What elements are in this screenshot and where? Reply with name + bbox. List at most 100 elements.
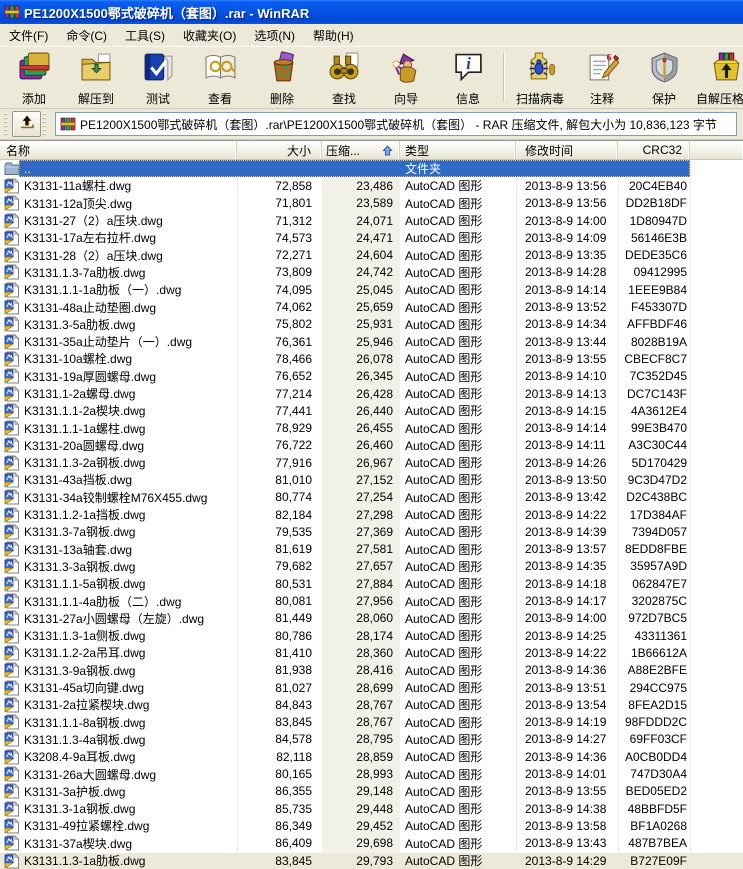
file-row[interactable]: K3131.1.1-5a钢板.dwg 80,531 27,884 AutoCAD… [0, 575, 743, 592]
file-row[interactable]: K3131.1.1-2a楔块.dwg 77,441 26,440 AutoCAD… [0, 402, 743, 419]
address-field-gripper[interactable] [43, 113, 49, 135]
file-row[interactable]: K3131-20a圆螺母.dwg 76,722 26,460 AutoCAD 图… [0, 437, 743, 454]
file-name: K3131-37a楔块.dwg [24, 836, 133, 851]
file-row[interactable]: K3131-2a拉紧楔块.dwg 84,843 28,767 AutoCAD 图… [0, 696, 743, 713]
file-crc32: 9C3D47D2 [627, 472, 687, 487]
header-packed[interactable]: 压缩... [322, 141, 400, 159]
sfx-button[interactable]: 自解压格式 [695, 49, 743, 110]
file-row[interactable]: K3131-37a楔块.dwg 86,409 29,698 AutoCAD 图形… [0, 835, 743, 852]
file-type: AutoCAD 图形 [405, 836, 483, 851]
file-type: AutoCAD 图形 [405, 698, 483, 713]
menu-tools[interactable]: 工具(S) [116, 25, 174, 46]
add-button[interactable]: 添加 [3, 49, 65, 110]
file-crc32: 747D30A4 [630, 767, 687, 782]
file-row[interactable]: K3131.1.1-8a钢板.dwg 83,845 28,767 AutoCAD… [0, 714, 743, 731]
file-row[interactable]: K3131-10a螺栓.dwg 78,466 26,078 AutoCAD 图形… [0, 350, 743, 367]
file-row[interactable]: K3131.1.3-1a侧板.dwg 80,786 28,174 AutoCAD… [0, 627, 743, 644]
file-modified-time: 2013-8-9 14:22 [525, 645, 607, 660]
file-row[interactable]: K3131-28（2）a压块.dwg 72,271 24,604 AutoCAD… [0, 246, 743, 263]
up-one-level-button[interactable] [12, 111, 41, 137]
header-size[interactable]: 大小 [237, 141, 322, 159]
file-row[interactable]: K3131.1.1-1a肋板（一）.dwg 74,095 25,045 Auto… [0, 281, 743, 298]
test-button[interactable]: 测试 [127, 49, 189, 110]
file-row[interactable]: K3131-35a止动垫片（一）.dwg 76,361 25,946 AutoC… [0, 333, 743, 350]
file-row[interactable]: K3131.1.1-4a肋板（二）.dwg 80,081 27,956 Auto… [0, 592, 743, 609]
file-row[interactable]: K3131-3a护板.dwg 86,355 29,148 AutoCAD 图形 … [0, 783, 743, 800]
file-modified-time: 2013-8-9 14:36 [525, 749, 607, 764]
file-row[interactable]: K3131.3-5a肋板.dwg 75,802 25,931 AutoCAD 图… [0, 316, 743, 333]
file-row[interactable]: K3131-43a挡板.dwg 81,010 27,152 AutoCAD 图形… [0, 471, 743, 488]
dwg-file-icon [4, 437, 20, 454]
file-crc32: D2C438BC [626, 490, 687, 505]
parent-folder-row[interactable]: .. 文件夹 [0, 160, 743, 178]
file-packed-size: 26,345 [356, 369, 393, 384]
address-gripper[interactable] [4, 113, 10, 135]
file-packed-size: 28,767 [356, 697, 393, 712]
file-row[interactable]: K3131.3-7a钢板.dwg 79,535 27,369 AutoCAD 图… [0, 523, 743, 540]
header-crc32[interactable]: CRC32 [618, 141, 690, 159]
file-row[interactable]: K3131-48a止动垫圈.dwg 74,062 25,659 AutoCAD … [0, 298, 743, 315]
file-row[interactable]: K3131.1.3-1a肋板.dwg 83,845 29,793 AutoCAD… [0, 852, 743, 869]
file-type: AutoCAD 图形 [405, 438, 483, 453]
file-packed-size: 25,659 [356, 300, 393, 315]
file-row[interactable]: K3131.3-1a钢板.dwg 85,735 29,448 AutoCAD 图… [0, 800, 743, 817]
menu-commands[interactable]: 命令(C) [57, 25, 116, 46]
file-size: 76,652 [275, 369, 312, 384]
file-row[interactable]: K3131-45a切向键.dwg 81,027 28,699 AutoCAD 图… [0, 679, 743, 696]
file-row[interactable]: K3131-12a顶尖.dwg 71,801 23,589 AutoCAD 图形… [0, 195, 743, 212]
file-row[interactable]: K3131.3-3a钢板.dwg 79,682 27,657 AutoCAD 图… [0, 558, 743, 575]
archive-path-field[interactable]: PE1200X1500鄂式破碎机（套图）.rar\PE1200X1500鄂式破碎… [55, 112, 737, 136]
file-row[interactable]: K3131.3-9a钢板.dwg 81,938 28,416 AutoCAD 图… [0, 662, 743, 679]
find-button[interactable]: 查找 [313, 49, 375, 110]
menu-options[interactable]: 选项(N) [245, 25, 304, 46]
menu-file[interactable]: 文件(F) [0, 25, 57, 46]
comment-button[interactable]: 6 注释 [571, 49, 633, 110]
virus-scan-button[interactable]: 扫描病毒 [509, 49, 571, 110]
file-type: AutoCAD 图形 [405, 473, 483, 488]
file-size: 81,619 [275, 542, 312, 557]
menu-help[interactable]: 帮助(H) [304, 25, 363, 46]
extract-to-button[interactable]: 解压到 [65, 49, 127, 110]
file-row[interactable]: K3131.1.2-1a挡板.dwg 82,184 27,298 AutoCAD… [0, 506, 743, 523]
file-row[interactable]: K3131-27a小圆螺母（左旋）.dwg 81,449 28,060 Auto… [0, 610, 743, 627]
file-row[interactable]: K3131.1.2-2a吊耳.dwg 81,410 28,360 AutoCAD… [0, 644, 743, 661]
file-row[interactable]: K3131.1.3-7a肋板.dwg 73,809 24,742 AutoCAD… [0, 264, 743, 281]
protect-button[interactable]: 保护 [633, 49, 695, 110]
wizard-button[interactable]: 向导 [375, 49, 437, 110]
file-row[interactable]: K3131.1.3-2a钢板.dwg 77,916 26,967 AutoCAD… [0, 454, 743, 471]
file-name: K3131.1.3-2a钢板.dwg [24, 456, 146, 471]
file-row[interactable]: K3131.1.1-1a螺柱.dwg 78,929 26,455 AutoCAD… [0, 419, 743, 436]
file-type: AutoCAD 图形 [405, 819, 483, 834]
file-row[interactable]: K3131.1-2a螺母.dwg 77,214 26,428 AutoCAD 图… [0, 385, 743, 402]
file-row[interactable]: K3208.4-9a耳板.dwg 82,118 28,859 AutoCAD 图… [0, 748, 743, 765]
file-name: K3131-10a螺栓.dwg [24, 352, 133, 367]
file-row[interactable]: K3131-13a轴套.dwg 81,619 27,581 AutoCAD 图形… [0, 541, 743, 558]
file-row[interactable]: K3131-49拉紧螺栓.dwg 86,349 29,452 AutoCAD 图… [0, 817, 743, 834]
file-row[interactable]: K3131-19a厚圆螺母.dwg 76,652 26,345 AutoCAD … [0, 368, 743, 385]
delete-button[interactable]: 删除 [251, 49, 313, 110]
file-row[interactable]: K3131-26a大圆螺母.dwg 80,165 28,993 AutoCAD … [0, 765, 743, 782]
file-packed-size: 28,795 [356, 732, 393, 747]
file-row[interactable]: K3131-34a铰制螺栓M76X455.dwg 80,774 27,254 A… [0, 489, 743, 506]
file-type: AutoCAD 图形 [405, 542, 483, 557]
file-row[interactable]: K3131-11a螺柱.dwg 72,858 23,486 AutoCAD 图形… [0, 177, 743, 194]
menu-bar: 文件(F) 命令(C) 工具(S) 收藏夹(O) 选项(N) 帮助(H) [0, 24, 743, 47]
file-crc32: DC7C143F [626, 386, 687, 401]
header-name[interactable]: 名称 [0, 141, 237, 159]
file-crc32: DEDE35C6 [624, 248, 687, 263]
file-row[interactable]: K3131-27（2）a压块.dwg 71,312 24,071 AutoCAD… [0, 212, 743, 229]
info-button[interactable]: i 信息 [437, 49, 499, 110]
file-modified-time: 2013-8-9 13:56 [525, 178, 607, 193]
file-row[interactable]: K3131.1.3-4a钢板.dwg 84,578 28,795 AutoCAD… [0, 731, 743, 748]
header-type[interactable]: 类型 [400, 141, 516, 159]
menu-favorites[interactable]: 收藏夹(O) [174, 25, 245, 46]
file-type: AutoCAD 图形 [405, 784, 483, 799]
parent-folder-type: 文件夹 [405, 162, 442, 177]
file-size: 81,010 [275, 472, 312, 487]
file-crc32: 43311361 [634, 628, 688, 643]
file-packed-size: 26,455 [356, 421, 393, 436]
file-row[interactable]: K3131-17a左右拉杆.dwg 74,573 24,471 AutoCAD … [0, 229, 743, 246]
header-modified[interactable]: 修改时间 [516, 141, 618, 159]
svg-text:i: i [466, 54, 471, 73]
view-button[interactable]: 查看 [189, 49, 251, 110]
